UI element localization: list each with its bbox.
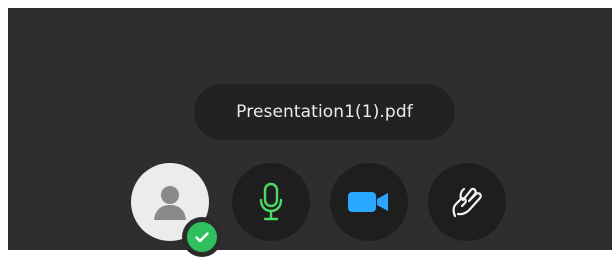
status-badge: [182, 217, 222, 257]
raise-hand-icon: [447, 182, 487, 222]
call-controls: [8, 8, 612, 257]
raise-hand-button[interactable]: [428, 163, 506, 241]
microphone-button[interactable]: [232, 163, 310, 241]
check-icon: [187, 222, 217, 252]
video-camera-icon: [346, 188, 392, 216]
meeting-stage: Presentation1(1).pdf: [8, 8, 612, 257]
microphone-icon: [258, 182, 284, 222]
camera-button[interactable]: [330, 163, 408, 241]
user-avatar-icon: [148, 180, 192, 224]
